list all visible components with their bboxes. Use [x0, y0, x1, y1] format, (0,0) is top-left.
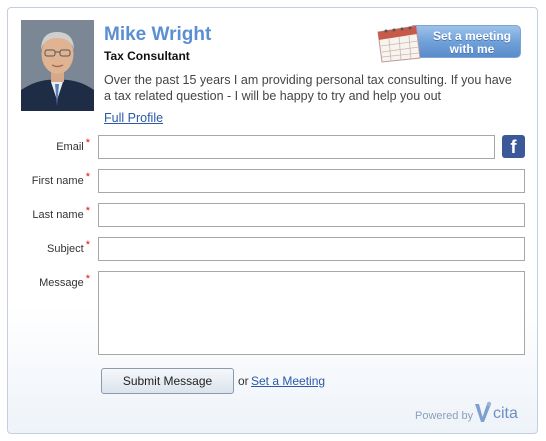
subject-label: Subject *: [47, 239, 90, 255]
facebook-icon[interactable]: f: [502, 135, 525, 158]
first-name-label: First name *: [31, 171, 90, 187]
email-label: Email *: [56, 137, 90, 153]
set-meeting-button[interactable]: Set a meeting with me: [374, 22, 521, 63]
profile-title: Tax Consultant: [104, 49, 190, 63]
calendar-icon: [374, 22, 424, 63]
email-field[interactable]: [98, 135, 495, 159]
profile-bio: Over the past 15 years I am providing pe…: [104, 73, 512, 103]
vcita-v-icon: [473, 401, 493, 425]
set-a-meeting-link[interactable]: Set a Meeting: [251, 374, 325, 388]
subject-field[interactable]: [98, 237, 525, 261]
last-name-label: Last name *: [32, 205, 90, 221]
message-field[interactable]: [98, 271, 525, 355]
vcita-logo[interactable]: cita: [473, 401, 518, 425]
profile-photo: [21, 20, 94, 111]
message-label: Message *: [39, 273, 90, 289]
powered-by-text: Powered by: [415, 410, 474, 422]
profile-name: Mike Wright: [104, 24, 212, 45]
last-name-field[interactable]: [98, 203, 525, 227]
full-profile-link[interactable]: Full Profile: [104, 111, 163, 125]
set-meeting-button-label: Set a meeting with me: [409, 25, 521, 58]
vcita-brand-text: cita: [493, 405, 518, 422]
or-text: or: [238, 374, 249, 388]
submit-message-button[interactable]: Submit Message: [101, 368, 234, 394]
contact-widget: Mike Wright Tax Consultant Over the past…: [7, 7, 538, 434]
first-name-field[interactable]: [98, 169, 525, 193]
